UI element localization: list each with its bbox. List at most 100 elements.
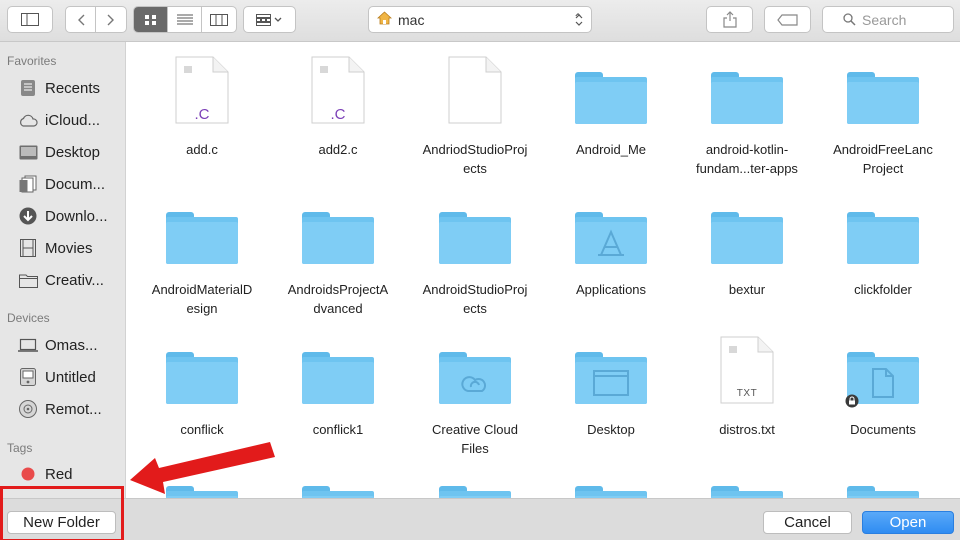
file-item[interactable]: android-kotlin-fundam...ter-apps bbox=[680, 52, 814, 178]
sidebar-item-label: Untitled bbox=[45, 368, 96, 386]
sidebar-toggle-icon bbox=[21, 13, 39, 26]
sidebar-item-recents[interactable]: Recents bbox=[18, 75, 123, 101]
applications-folder-icon bbox=[575, 212, 647, 264]
desktop-icon bbox=[18, 142, 38, 162]
file-extension-label: TXT bbox=[736, 388, 758, 399]
file-item[interactable]: conflick1 bbox=[271, 332, 405, 439]
sidebar-item-laptop[interactable]: Omas... bbox=[18, 332, 123, 358]
downloads-icon bbox=[18, 206, 38, 226]
sidebar-item-movies[interactable]: Movies bbox=[18, 235, 123, 261]
list-view-icon bbox=[176, 14, 193, 25]
c-source-file-icon: .C bbox=[311, 56, 365, 124]
toolbar: mac ⌃ Search bbox=[0, 0, 960, 42]
sidebar-toggle-button[interactable] bbox=[7, 6, 53, 33]
folder-icon bbox=[166, 212, 238, 264]
file-item[interactable]: AndroidMaterialD esign bbox=[135, 192, 269, 318]
file-item[interactable]: Applications bbox=[544, 192, 678, 299]
column-view-button[interactable] bbox=[202, 7, 236, 32]
file-item[interactable]: AndroidStudioProj ects bbox=[408, 192, 542, 318]
sidebar-item-creative[interactable]: Creativ... bbox=[18, 267, 123, 293]
annotation-highlight-box bbox=[0, 486, 124, 540]
devices-header: Devices bbox=[7, 311, 50, 325]
file-item-label: Desktop bbox=[587, 422, 635, 437]
file-item-label: AndroidStudioProj ects bbox=[422, 282, 528, 316]
sidebar-item-label: Creativ... bbox=[45, 271, 104, 289]
file-item[interactable]: AndroidFreeLanc Project bbox=[816, 52, 950, 178]
folder-icon bbox=[575, 72, 647, 124]
sidebar-item-desktop[interactable]: Desktop bbox=[18, 139, 123, 165]
tags-header: Tags bbox=[7, 441, 33, 455]
back-forward-control bbox=[65, 6, 127, 33]
file-item[interactable]: AndriodStudioProj ects bbox=[408, 52, 542, 178]
sidebar-item-icloud[interactable]: iCloud... bbox=[18, 107, 123, 133]
remote-disc-icon bbox=[18, 399, 38, 419]
sidebar-item-label: Docum... bbox=[45, 175, 106, 193]
file-item[interactable]: Android_Me bbox=[544, 52, 678, 159]
document-file-icon bbox=[448, 56, 502, 124]
share-icon bbox=[722, 11, 737, 28]
file-item[interactable]: Documents bbox=[816, 332, 950, 439]
file-item-label: AndroidFreeLanc Project bbox=[833, 142, 933, 176]
file-item-partial[interactable] bbox=[408, 486, 542, 498]
file-item[interactable]: .C add.c bbox=[135, 52, 269, 159]
file-item-label: distros.txt bbox=[719, 422, 775, 437]
forward-icon bbox=[107, 14, 114, 25]
icon-view-button[interactable] bbox=[134, 7, 168, 32]
file-item[interactable]: .C add2.c bbox=[271, 52, 405, 159]
sidebar-item-label: iCloud... bbox=[45, 111, 101, 129]
file-item[interactable]: TXT distros.txt bbox=[680, 332, 814, 439]
folder-icon bbox=[166, 352, 238, 404]
home-icon bbox=[376, 11, 393, 28]
back-icon bbox=[77, 14, 84, 25]
movies-icon bbox=[18, 238, 38, 258]
file-item-partial[interactable] bbox=[544, 486, 678, 498]
file-item-partial[interactable] bbox=[816, 486, 950, 498]
file-item[interactable]: bextur bbox=[680, 192, 814, 299]
sidebar-item-documents[interactable]: Docum... bbox=[18, 171, 123, 197]
arrange-icon bbox=[255, 13, 281, 26]
file-item-partial[interactable] bbox=[271, 486, 405, 498]
search-field[interactable]: Search bbox=[822, 6, 954, 33]
tag-button[interactable] bbox=[764, 6, 811, 33]
lock-badge-icon bbox=[845, 394, 859, 408]
desktop-folder-icon bbox=[575, 352, 647, 404]
recents-icon bbox=[18, 78, 38, 98]
folder-icon bbox=[302, 212, 374, 264]
sidebar-item-downloads[interactable]: Downlo... bbox=[18, 203, 123, 229]
cancel-button[interactable]: Cancel bbox=[763, 511, 852, 534]
file-item[interactable]: Desktop bbox=[544, 332, 678, 439]
back-button[interactable] bbox=[66, 7, 96, 32]
folder-icon bbox=[847, 72, 919, 124]
file-item-label: android-kotlin-fundam...ter-apps bbox=[696, 142, 798, 176]
open-button[interactable]: Open bbox=[862, 511, 954, 534]
file-item[interactable]: Creative Cloud Files bbox=[408, 332, 542, 458]
sidebar-item-label: Recents bbox=[45, 79, 101, 97]
sidebar-item-label: Remot... bbox=[45, 400, 102, 418]
file-item[interactable]: clickfolder bbox=[816, 192, 950, 299]
search-placeholder: Search bbox=[862, 11, 907, 28]
folder-icon bbox=[575, 486, 647, 498]
folder-icon bbox=[847, 486, 919, 498]
file-item-label: clickfolder bbox=[854, 282, 912, 297]
sidebar-item-label: Downlo... bbox=[45, 207, 108, 225]
folder-icon bbox=[847, 212, 919, 264]
file-item-partial[interactable] bbox=[680, 486, 814, 498]
share-button[interactable] bbox=[706, 6, 753, 33]
file-item-label: Documents bbox=[850, 422, 916, 437]
forward-button[interactable] bbox=[96, 7, 126, 32]
sidebar-item-tag-red[interactable]: Red bbox=[18, 461, 123, 487]
bottom-bar: New Folder Cancel Open bbox=[0, 498, 960, 540]
file-item[interactable]: conflick bbox=[135, 332, 269, 439]
folder-icon bbox=[711, 212, 783, 264]
sidebar-item-remote[interactable]: Remot... bbox=[18, 396, 123, 422]
file-item-label: AndriodStudioProj ects bbox=[422, 142, 528, 176]
c-source-file-icon: .C bbox=[175, 56, 229, 124]
list-view-button[interactable] bbox=[168, 7, 202, 32]
arrange-button[interactable] bbox=[243, 6, 296, 33]
path-popup[interactable]: mac ⌃ bbox=[368, 6, 592, 33]
file-item-label: bextur bbox=[728, 282, 766, 297]
updown-chevron-icon bbox=[575, 14, 583, 26]
sidebar-item-untitled[interactable]: Untitled bbox=[18, 364, 123, 390]
cloud-icon bbox=[18, 110, 38, 130]
file-item[interactable]: AndroidsProjectA dvanced bbox=[271, 192, 405, 318]
